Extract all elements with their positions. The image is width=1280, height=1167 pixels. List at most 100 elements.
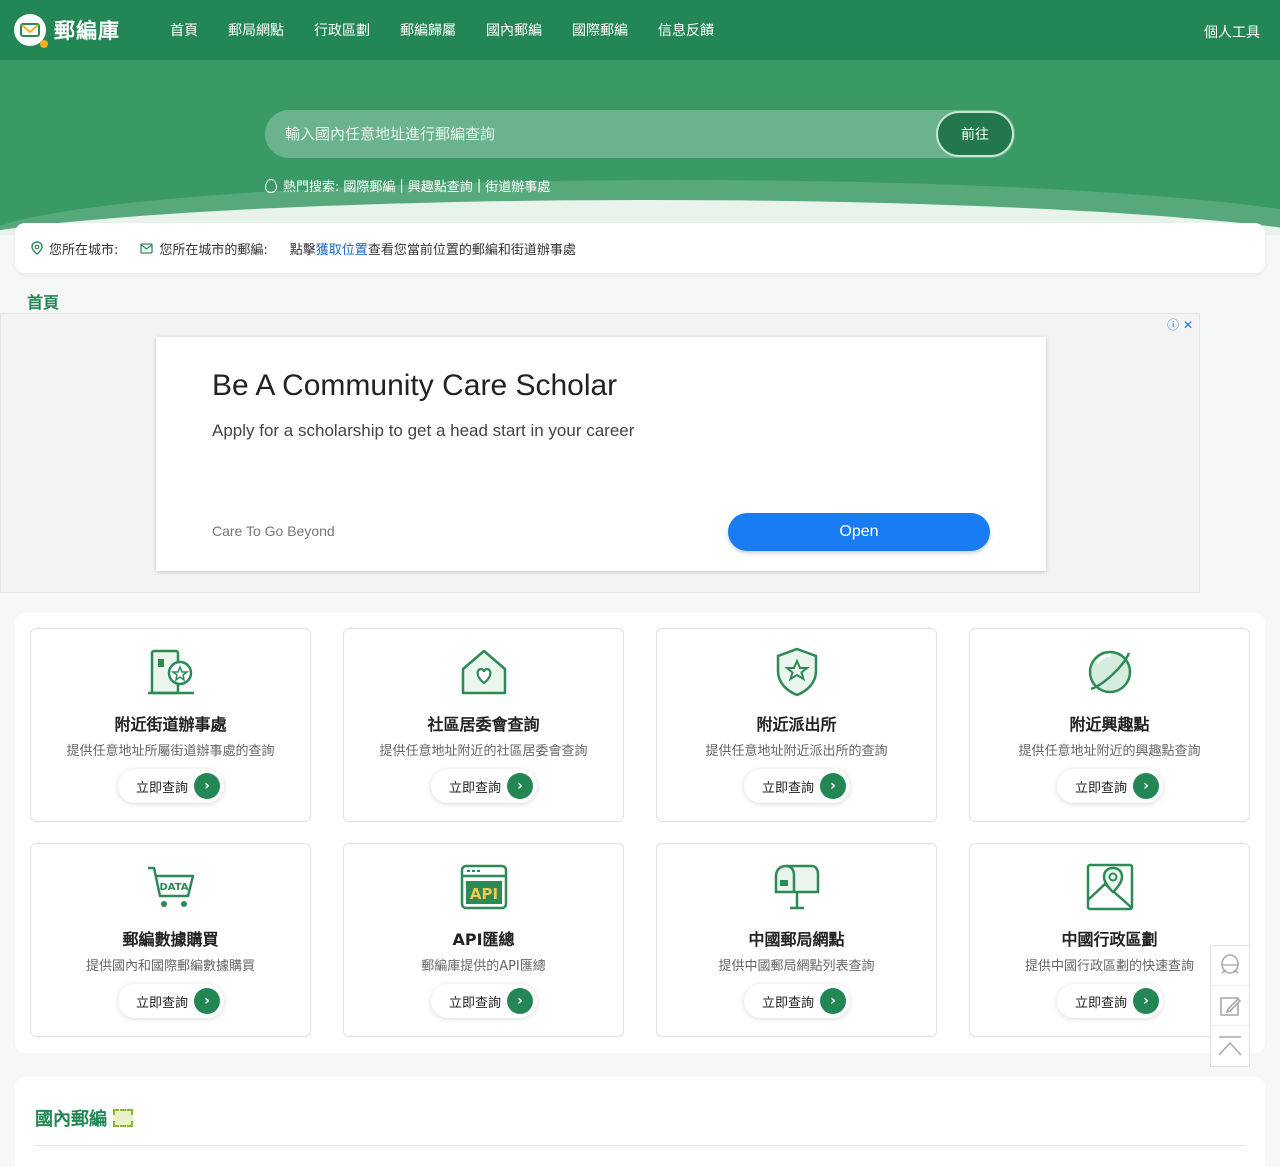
nav-post-offices[interactable]: 郵局網點 — [228, 20, 284, 40]
stamp-icon — [113, 1109, 133, 1127]
service-card[interactable]: 社區居委會查詢 提供任意地址附近的社區居委會查詢 立即查詢 › — [343, 628, 624, 822]
service-title: 中國郵局網點 — [748, 930, 845, 949]
service-card[interactable]: API API匯總 郵編庫提供的API匯總 立即查詢 › — [343, 843, 624, 1037]
address-search-input[interactable] — [265, 110, 945, 158]
data-cart-icon: DATA — [148, 866, 195, 907]
button-label: 立即查詢 — [1074, 995, 1127, 1011]
query-now-button[interactable]: 立即查詢 › — [1057, 984, 1163, 1018]
button-label: 立即查詢 — [761, 995, 814, 1011]
arrow-right-icon: › — [820, 988, 846, 1014]
service-card[interactable]: 附近派出所 提供任意地址附近派出所的查詢 立即查詢 › — [656, 628, 937, 822]
query-now-button[interactable]: 立即查詢 › — [1057, 769, 1163, 803]
service-desc: 提供任意地址附近派出所的查詢 — [705, 744, 888, 759]
section-title-text: 國內郵編 — [35, 1109, 107, 1130]
service-card[interactable]: 附近街道辦事處 提供任意地址所屬街道辦事處的查詢 立即查詢 › — [30, 628, 311, 822]
side-toolbar — [1210, 945, 1250, 1067]
site-name: 郵編庫 — [54, 19, 120, 43]
nav-zip-ownership[interactable]: 郵編歸屬 — [400, 20, 456, 40]
service-desc: 提供任意地址所屬街道辦事處的查詢 — [66, 744, 275, 759]
mailbox-icon — [774, 864, 820, 910]
query-now-button[interactable]: 立即查詢 › — [744, 769, 850, 803]
service-card[interactable]: 中國行政區劃 提供中國行政區劃的快速查詢 立即查詢 › — [969, 843, 1250, 1037]
building-badge-icon — [148, 649, 194, 695]
service-card[interactable]: 附近興趣點 提供任意地址附近的興趣點查詢 立即查詢 › — [969, 628, 1250, 822]
ad-open-button[interactable]: Open — [728, 513, 990, 551]
location-bar: 您所在城市: 您所在城市的郵編: 點擊 獲取位置 查看您當前位置的郵編和街道辦事… — [15, 223, 1265, 273]
service-desc: 郵編庫提供的API匯總 — [421, 959, 546, 974]
map-pin-icon — [1086, 863, 1134, 911]
service-title: 社區居委會查詢 — [427, 715, 540, 734]
hot-search-label: 熱門搜索: — [283, 180, 340, 195]
city-zip-label: 您所在城市的郵編: — [159, 242, 268, 258]
arrow-right-icon: › — [1133, 988, 1159, 1014]
query-now-button[interactable]: 立即查詢 › — [431, 984, 537, 1018]
query-now-button[interactable]: 立即查詢 › — [118, 769, 224, 803]
arrow-right-icon: › — [194, 773, 220, 799]
search-box: 前往 — [265, 110, 1015, 158]
query-now-button[interactable]: 立即查詢 › — [431, 769, 537, 803]
service-card[interactable]: DATA 郵編數據購買 提供國內和國際郵編數據購買 立即查詢 › — [30, 843, 311, 1037]
police-shield-icon — [776, 647, 818, 697]
main-nav: 首頁 郵局網點 行政區劃 郵編歸屬 國內郵編 國際郵編 信息反饋 — [170, 0, 744, 60]
site-logo[interactable]: 郵編庫 — [14, 14, 120, 48]
zip-segment: 您所在城市的郵編: — [140, 239, 268, 258]
button-label: 立即查詢 — [1074, 780, 1127, 796]
service-title: API匯總 — [452, 930, 515, 949]
button-label: 立即查詢 — [761, 780, 814, 796]
chat-icon[interactable] — [1211, 946, 1249, 986]
services-panel: 附近街道辦事處 提供任意地址所屬街道辦事處的查詢 立即查詢 › 社區居委會查詢 提… — [15, 613, 1265, 1053]
back-to-top-icon[interactable] — [1211, 1026, 1249, 1066]
arrow-right-icon: › — [507, 773, 533, 799]
service-title: 附近興趣點 — [1069, 715, 1150, 734]
city-label: 您所在城市: — [49, 242, 119, 258]
nav-admin-divisions[interactable]: 行政區劃 — [314, 20, 370, 40]
city-segment: 您所在城市: — [31, 239, 118, 258]
query-now-button[interactable]: 立即查詢 › — [118, 984, 224, 1018]
location-pin-icon — [31, 241, 43, 255]
service-title: 中國行政區劃 — [1061, 930, 1158, 949]
ad-brand: Care To Go Beyond — [212, 523, 335, 539]
edit-icon[interactable] — [1211, 986, 1249, 1026]
ad-banner: ⓘ ✕ Be A Community Care Scholar Apply fo… — [0, 313, 1200, 593]
service-card[interactable]: 中國郵局網點 提供中國郵局網點列表查詢 立即查詢 › — [656, 843, 937, 1037]
flame-icon — [265, 178, 277, 193]
button-label: 立即查詢 — [448, 780, 501, 796]
data-label: DATA — [159, 882, 188, 893]
ad-title: Be A Community Care Scholar — [212, 369, 618, 402]
arrow-right-icon: › — [507, 988, 533, 1014]
hot-separator: | — [476, 178, 482, 193]
arrow-right-icon: › — [820, 773, 846, 799]
search-hero: 前往 熱門搜索: 國際郵編 | 興趣點查詢 | 街道辦事處 — [0, 60, 1280, 235]
mail-icon — [140, 242, 154, 254]
ad-card[interactable]: Be A Community Care Scholar Apply for a … — [156, 337, 1046, 571]
personal-tools-link[interactable]: 個人工具 — [1204, 22, 1260, 42]
section-divider — [35, 1145, 1245, 1146]
nav-domestic-zip[interactable]: 國內郵編 — [486, 20, 542, 40]
hot-separator: | — [399, 178, 404, 193]
service-desc: 提供中國郵局網點列表查詢 — [718, 959, 875, 974]
service-desc: 提供國內和國際郵編數據購買 — [85, 959, 255, 974]
button-label: 立即查詢 — [448, 995, 501, 1011]
hint-suffix: 查看您當前位置的郵編和街道辦事處 — [367, 242, 576, 258]
ad-choices-icon[interactable]: ⓘ ✕ — [1167, 316, 1193, 333]
search-go-button[interactable]: 前往 — [936, 111, 1014, 157]
nav-home[interactable]: 首頁 — [170, 20, 198, 40]
ad-subtitle: Apply for a scholarship to get a head st… — [212, 421, 635, 440]
query-now-button[interactable]: 立即查詢 › — [744, 984, 850, 1018]
hot-link-international-zip[interactable]: 國際郵編 — [343, 176, 395, 195]
hot-link-poi[interactable]: 興趣點查詢 — [408, 176, 473, 195]
nav-feedback[interactable]: 信息反饋 — [658, 20, 714, 40]
service-desc: 提供任意地址附近的興趣點查詢 — [1018, 744, 1201, 759]
hot-searches: 熱門搜索: 國際郵編 | 興趣點查詢 | 街道辦事處 — [265, 176, 550, 195]
breadcrumb[interactable]: 首頁 — [27, 289, 59, 313]
api-label: API — [470, 885, 498, 903]
arrow-right-icon: › — [1133, 773, 1159, 799]
domestic-zip-section: 國內郵編 — [15, 1077, 1265, 1167]
nav-international-zip[interactable]: 國際郵編 — [572, 20, 628, 40]
house-heart-icon — [461, 649, 507, 695]
section-title: 國內郵編 — [35, 1105, 133, 1131]
top-navbar: 郵編庫 首頁 郵局網點 行政區劃 郵編歸屬 國內郵編 國際郵編 信息反饋 個人工… — [0, 0, 1280, 60]
get-location-link[interactable]: 獲取位置 — [316, 239, 368, 258]
hot-link-street-office[interactable]: 街道辦事處 — [485, 176, 550, 195]
location-hint: 點擊 獲取位置 查看您當前位置的郵編和街道辦事處 — [290, 239, 576, 258]
